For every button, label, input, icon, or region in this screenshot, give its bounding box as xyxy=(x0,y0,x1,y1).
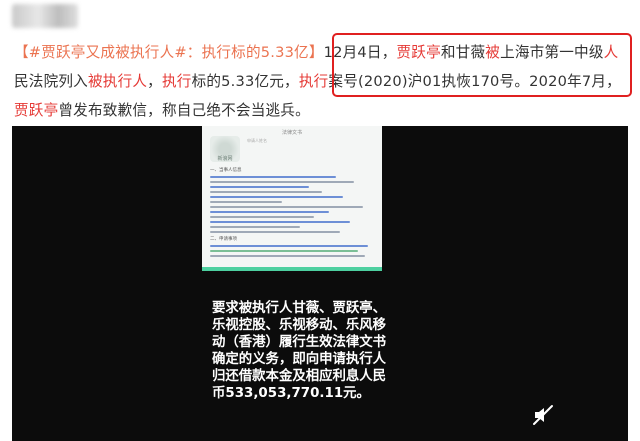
court-document-screenshot: 法律文书 申请人姓名 新浪网 一、当事人信息 二、申请事项 xyxy=(202,126,382,271)
post-text-segment: 曾发布致歉信，称自己绝不会当逃兵。 xyxy=(58,102,310,119)
mute-icon[interactable] xyxy=(532,404,554,426)
watermark-label: 新浪网 xyxy=(217,156,233,162)
video-player[interactable]: 法律文书 申请人姓名 新浪网 一、当事人信息 二、申请事项 要求被执行人甘薇、贾… xyxy=(12,126,628,441)
keyword-highlight: 执行 xyxy=(161,73,192,90)
watermark-logo: 新浪网 xyxy=(210,136,240,162)
keyword-highlight: 执行 xyxy=(298,73,329,90)
keyword-highlight: 被执 xyxy=(87,73,118,90)
doc-progress-strip xyxy=(202,267,382,271)
keyword-highlight: 贾跃亭 xyxy=(14,102,59,119)
post-text-segment: ， xyxy=(147,73,162,90)
video-subtitle: 要求被执行人甘薇、贾跃亭、乐视控股、乐视移动、乐风移动（香港）履行生效法律文书确… xyxy=(212,301,387,401)
doc-header: 法律文书 xyxy=(281,130,302,136)
post-text-segment: 民法院列入 xyxy=(14,73,88,90)
hashtag-link[interactable]: 【#贾跃亭又成被执行人#：执行标的5.33亿】 xyxy=(14,44,324,61)
post-text-segment: 标的5.33亿元， xyxy=(191,73,299,90)
annotation-red-box xyxy=(332,33,632,97)
username-avatar-blurred[interactable] xyxy=(12,4,78,28)
doc-section-title: 一、当事人信息 xyxy=(210,168,242,173)
doc-section-title: 二、申请事项 xyxy=(210,237,237,242)
keyword-highlight: 行人 xyxy=(117,73,148,90)
